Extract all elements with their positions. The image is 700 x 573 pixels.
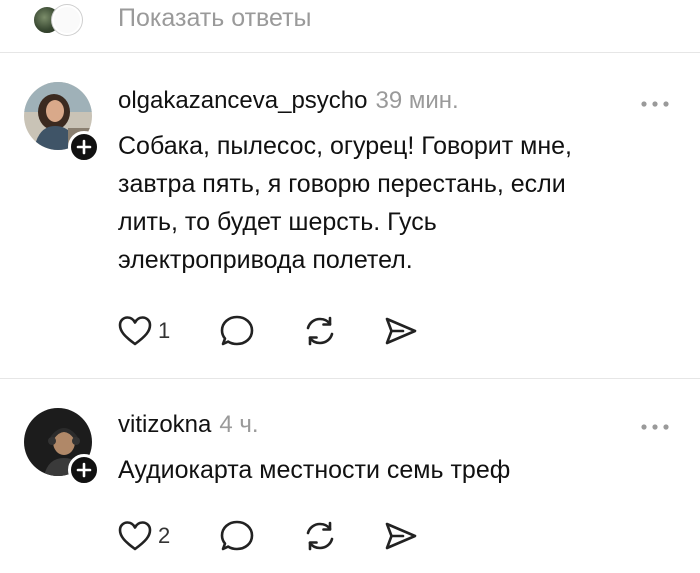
like-button[interactable]: 2 — [118, 519, 170, 553]
divider — [0, 52, 700, 53]
like-count: 1 — [158, 318, 171, 343]
speech-bubble-icon — [220, 315, 254, 346]
like-count: 2 — [158, 523, 171, 548]
ellipsis-icon — [641, 424, 669, 430]
comment-line: завтра пять, я говорю перестань, если — [118, 170, 566, 198]
repost-button[interactable] — [302, 519, 338, 553]
send-icon — [385, 522, 417, 550]
follow-button[interactable] — [68, 131, 100, 163]
divider — [0, 378, 700, 379]
plus-icon — [76, 462, 92, 478]
comment-line: лить, то будет шерсть. Гусь — [118, 208, 437, 236]
comment-header: vitizokna 4 ч. — [118, 411, 259, 439]
timestamp: 39 мин. — [375, 87, 459, 114]
comment-line: Собака, пылесос, огурец! Говорит мне, — [118, 132, 573, 160]
show-replies-button[interactable]: Показать ответы — [118, 4, 312, 33]
comment-text: Собака, пылесос, огурец! Говорит мне, за… — [118, 127, 572, 279]
reply-button[interactable] — [220, 314, 256, 348]
username[interactable]: vitizokna — [118, 411, 211, 438]
ellipsis-icon — [641, 101, 669, 107]
heart-icon — [118, 521, 152, 551]
heart-icon — [118, 316, 152, 346]
follow-button[interactable] — [68, 454, 100, 486]
comment-line: Аудиокарта местности семь треф — [118, 456, 511, 484]
like-button[interactable]: 1 — [118, 314, 170, 348]
show-replies-row[interactable]: Показать ответы — [0, 0, 700, 40]
more-options-button[interactable] — [640, 419, 670, 430]
comment-header: olgakazanceva_psycho 39 мин. — [118, 87, 459, 115]
repost-button[interactable] — [302, 314, 338, 348]
repost-icon — [306, 316, 334, 346]
repost-icon — [306, 521, 334, 551]
share-button[interactable] — [383, 314, 419, 348]
share-button[interactable] — [383, 519, 419, 553]
timestamp: 4 ч. — [219, 411, 259, 438]
speech-bubble-icon — [220, 520, 254, 551]
reply-button[interactable] — [220, 519, 256, 553]
reply-avatar-2 — [52, 5, 82, 35]
more-options-button[interactable] — [640, 96, 670, 107]
plus-icon — [76, 139, 92, 155]
comment-text: Аудиокарта местности семь треф — [118, 451, 510, 489]
send-icon — [385, 317, 417, 345]
username[interactable]: olgakazanceva_psycho — [118, 87, 368, 114]
comment-line: электропривода полетел. — [118, 246, 413, 274]
